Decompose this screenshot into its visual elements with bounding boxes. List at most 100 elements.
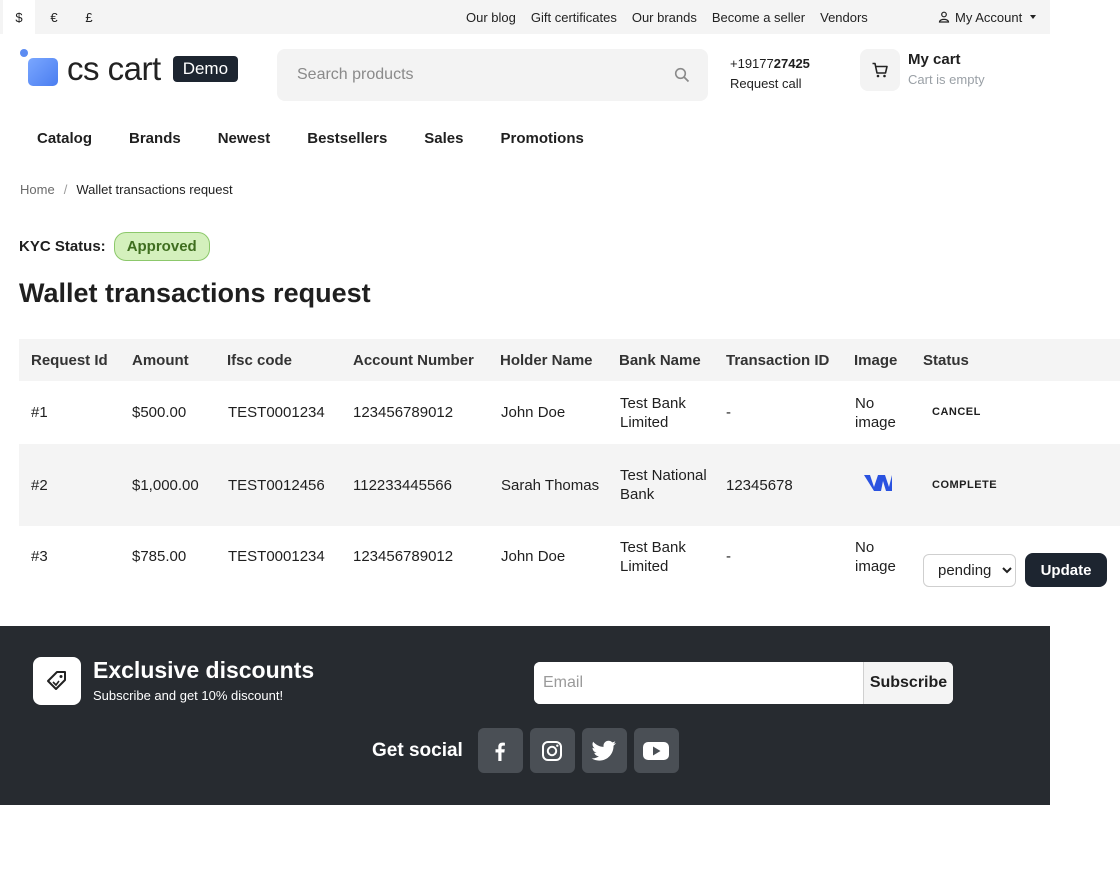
- breadcrumb-separator: /: [63, 182, 68, 197]
- email-input[interactable]: [534, 662, 863, 704]
- facebook-button[interactable]: [477, 728, 523, 773]
- currency-eur[interactable]: €: [38, 0, 70, 34]
- user-icon: [938, 11, 950, 23]
- instagram-button[interactable]: [529, 728, 575, 773]
- caret-down-icon: [1030, 15, 1037, 19]
- cell-image: [855, 472, 915, 499]
- header-image: Image: [854, 351, 898, 369]
- nav-promotions[interactable]: Promotions: [501, 130, 584, 147]
- youtube-icon: [643, 741, 670, 760]
- facebook-icon: [495, 742, 506, 761]
- top-bar: $ € £ Our blog Gift certificates Our bra…: [0, 0, 1050, 34]
- cell-holder-name: John Doe: [501, 404, 566, 421]
- cell-holder-name: John Doe: [501, 548, 566, 565]
- search-bar: [277, 49, 708, 101]
- cell-account-number: 112233445566: [353, 476, 452, 494]
- footer: Exclusive discounts Subscribe and get 10…: [0, 626, 1050, 805]
- logo[interactable]: cs cart Demo: [20, 49, 239, 89]
- phone-number[interactable]: +1917727425: [730, 54, 810, 74]
- kyc-status-badge: Approved: [113, 232, 210, 261]
- request-call-link[interactable]: Request call: [730, 74, 810, 94]
- link-become-seller[interactable]: Become a seller: [712, 10, 805, 25]
- breadcrumb: Home / Wallet transactions request: [20, 182, 233, 197]
- currency-gbp[interactable]: £: [73, 0, 105, 34]
- promo-subtitle: Subscribe and get 10% discount!: [93, 688, 284, 703]
- main-nav: Catalog Brands Newest Bestsellers Sales …: [37, 126, 584, 150]
- cell-holder-name: Sarah Thomas: [501, 476, 600, 494]
- status-label: CANCEL: [932, 406, 981, 418]
- cell-transaction-id: 12345678: [726, 476, 793, 494]
- search-icon[interactable]: [674, 67, 690, 83]
- breadcrumb-current: Wallet transactions request: [76, 182, 233, 197]
- twitter-button[interactable]: [581, 728, 627, 773]
- cart-widget[interactable]: My cart Cart is empty: [860, 49, 985, 91]
- cart-icon-box: [860, 49, 900, 91]
- nav-bestsellers[interactable]: Bestsellers: [307, 130, 387, 147]
- table-row: #3 $785.00 TEST0001234 123456789012 John…: [19, 526, 1120, 587]
- status-select[interactable]: pending: [923, 554, 1016, 587]
- social-block: Get social: [372, 728, 686, 773]
- status-controls: pending Update: [923, 553, 1113, 587]
- header-ifsc: Ifsc code: [227, 351, 293, 369]
- promo-icon-box: [33, 657, 81, 705]
- cell-ifsc: TEST0012456: [228, 476, 325, 494]
- header-holder-name: Holder Name: [500, 351, 593, 369]
- cell-transaction-id: -: [726, 404, 731, 421]
- table-row: #2 $1,000.00 TEST0012456 112233445566 Sa…: [19, 444, 1120, 526]
- cell-transaction-id: -: [726, 548, 731, 565]
- cell-bank-name: Test Bank Limited: [620, 538, 686, 575]
- cell-amount: $500.00: [132, 404, 187, 421]
- cell-ifsc: TEST0001234: [228, 404, 325, 421]
- nav-brands[interactable]: Brands: [129, 130, 181, 147]
- cell-amount: $785.00: [132, 548, 187, 565]
- link-our-brands[interactable]: Our brands: [632, 10, 697, 25]
- header-request-id: Request Id: [31, 351, 108, 369]
- subscribe-button[interactable]: Subscribe: [863, 662, 953, 704]
- instagram-icon: [542, 740, 563, 761]
- link-vendors[interactable]: Vendors: [820, 10, 868, 25]
- cell-request-id: #2: [31, 476, 48, 494]
- top-links: Our blog Gift certificates Our brands Be…: [466, 0, 868, 34]
- search-input[interactable]: [297, 66, 674, 84]
- kyc-status: KYC Status: Approved: [19, 232, 210, 261]
- twitter-icon: [591, 740, 617, 761]
- cell-account-number: 123456789012: [353, 404, 454, 421]
- cell-ifsc: TEST0001234: [228, 548, 325, 565]
- transactions-table: Request Id Amount Ifsc code Account Numb…: [19, 339, 1120, 587]
- link-our-blog[interactable]: Our blog: [466, 10, 516, 25]
- table-header: Request Id Amount Ifsc code Account Numb…: [19, 339, 1120, 381]
- cart-status: Cart is empty: [908, 72, 985, 87]
- youtube-button[interactable]: [633, 728, 679, 773]
- cell-image: No image: [855, 538, 896, 575]
- page-title: Wallet transactions request: [19, 278, 371, 308]
- update-button[interactable]: Update: [1025, 553, 1107, 587]
- cell-request-id: #3: [31, 548, 48, 565]
- logo-text: cs cart: [67, 50, 161, 87]
- cell-account-number: 123456789012: [353, 548, 454, 565]
- header-account-number: Account Number: [353, 351, 474, 369]
- header-transaction-id: Transaction ID: [726, 351, 830, 369]
- header-status: Status: [923, 351, 969, 369]
- cart-title: My cart: [908, 51, 961, 68]
- breadcrumb-home[interactable]: Home: [20, 182, 55, 197]
- nav-catalog[interactable]: Catalog: [37, 130, 92, 147]
- w-logo-image[interactable]: [863, 472, 893, 494]
- phone-block: +1917727425 Request call: [730, 54, 810, 94]
- my-account-menu[interactable]: My Account: [938, 0, 1037, 34]
- currency-switcher: $ € £: [0, 0, 105, 34]
- my-account-label: My Account: [955, 9, 1023, 25]
- nav-newest[interactable]: Newest: [218, 130, 271, 147]
- header-bank-name: Bank Name: [619, 351, 701, 369]
- cell-request-id: #1: [31, 404, 48, 421]
- social-label: Get social: [372, 739, 463, 761]
- subscribe-form: Subscribe: [534, 662, 953, 704]
- cell-image: No image: [855, 394, 896, 431]
- kyc-label: KYC Status:: [19, 238, 106, 255]
- promo-block: Exclusive discounts Subscribe and get 10…: [33, 656, 314, 706]
- nav-sales[interactable]: Sales: [424, 130, 463, 147]
- promo-title: Exclusive discounts: [93, 657, 315, 683]
- currency-usd[interactable]: $: [3, 0, 35, 34]
- link-gift-certificates[interactable]: Gift certificates: [531, 10, 617, 25]
- cell-bank-name: Test National Bank: [620, 467, 707, 503]
- tag-icon: [47, 671, 66, 690]
